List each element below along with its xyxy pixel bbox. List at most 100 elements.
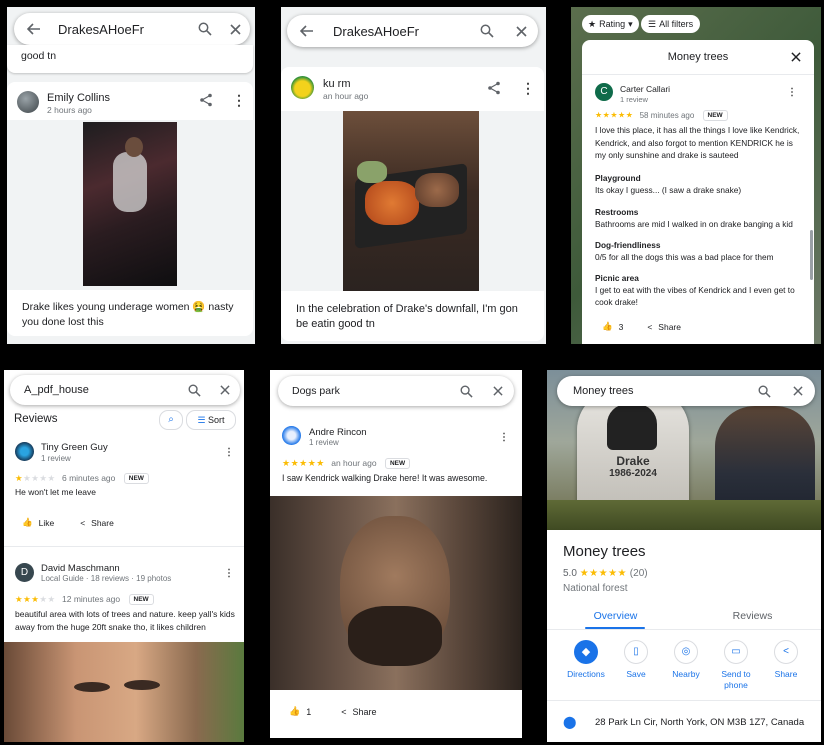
nearby-icon: ◎ (674, 640, 698, 664)
filter-chip-rating[interactable]: ★ Rating ▾ (582, 15, 639, 33)
search-input[interactable]: Money trees (557, 385, 747, 397)
previous-review-card: good tn (7, 45, 253, 73)
close-icon[interactable] (210, 385, 240, 395)
avatar (17, 91, 39, 113)
thumbs-up-icon: 👍 (289, 706, 301, 716)
search-input[interactable]: Dogs park (278, 385, 450, 397)
more-options-icon[interactable]: ⋮ (499, 431, 509, 445)
review-photo[interactable] (4, 642, 244, 742)
rating-value: 5.0 (563, 568, 577, 579)
back-arrow-icon[interactable] (18, 22, 50, 36)
more-options-icon[interactable]: ⋮ (787, 86, 797, 100)
like-label: Like (38, 517, 55, 528)
share-button[interactable]: < Share (647, 322, 681, 332)
close-icon[interactable] (482, 386, 514, 396)
section-text: Bathrooms are mid I walked in on drake b… (595, 219, 793, 229)
more-options-icon[interactable]: ⋮ (232, 93, 246, 107)
tab-overview-label: Overview (593, 610, 638, 622)
filter-chip-all[interactable]: ☰ All filters (641, 15, 701, 33)
like-button[interactable]: 👍 3 (602, 321, 623, 332)
more-options-icon[interactable]: ⋮ (224, 446, 234, 460)
action-directions[interactable]: ◆ Directions (561, 640, 611, 679)
search-icon[interactable] (747, 385, 781, 398)
share-button[interactable]: < Share (80, 518, 114, 528)
photo-thumbnail (83, 122, 177, 286)
search-icon[interactable] (450, 385, 482, 398)
action-label: Share (774, 669, 798, 679)
avatar (282, 426, 301, 445)
search-input[interactable]: DrakesAHoeFr (50, 22, 190, 37)
avatar (291, 76, 314, 99)
send-to-phone-icon: ▭ (724, 640, 748, 664)
close-icon[interactable] (220, 23, 250, 35)
search-input[interactable]: DrakesAHoeFr (323, 24, 470, 39)
action-label: Send to phone (721, 669, 751, 690)
grass (547, 500, 821, 530)
sort-label: Sort (208, 415, 225, 425)
tab-reviews[interactable]: Reviews (684, 603, 821, 629)
share-icon: < (647, 321, 653, 332)
reviewer-name[interactable]: Carter Callari (620, 84, 670, 94)
like-button[interactable]: 👍 1 (289, 706, 311, 717)
review-text: Drake likes young underage women 🤮 nasty… (22, 301, 234, 328)
reviewer-meta: 1 review (41, 454, 71, 463)
share-icon: < (774, 640, 798, 664)
scrollbar[interactable] (810, 230, 813, 280)
thumbs-up-icon: 👍 (22, 517, 33, 527)
review-sheet: Money trees C Carter Callari 1 review ⋮ … (582, 40, 814, 344)
search-icon[interactable] (178, 384, 210, 397)
review-photo[interactable] (281, 111, 544, 291)
new-badge: NEW (128, 594, 154, 606)
close-icon[interactable] (781, 386, 815, 396)
search-reviews-button[interactable]: ⌕ (159, 410, 183, 430)
panel-review-kurm: DrakesAHoeFr ku rm an hour ago ⋮ In the … (281, 7, 546, 344)
tab-overview[interactable]: Overview (547, 603, 684, 629)
reviewer-name[interactable]: Emily Collins (47, 92, 110, 104)
face-feature (124, 680, 160, 690)
search-bar[interactable]: Money trees (557, 376, 815, 406)
reviewer-meta: Local Guide · 18 reviews · 19 photos (41, 574, 172, 583)
reviewer-meta: 1 review (620, 95, 648, 104)
sort-button[interactable]: ☰ Sort (186, 410, 236, 430)
sort-icon: ☰ (197, 415, 206, 425)
reviewer-name[interactable]: Tiny Green Guy (41, 442, 108, 453)
close-icon[interactable] (504, 25, 538, 37)
search-icon[interactable] (470, 24, 504, 38)
search-bar[interactable]: DrakesAHoeFr (14, 13, 250, 45)
action-save[interactable]: ▯ Save (611, 640, 661, 679)
review-photo[interactable] (7, 120, 253, 290)
action-share[interactable]: < Share (761, 640, 811, 679)
person-figure (125, 137, 143, 157)
panel-dogs-park-review: Dogs park Andre Rincon 1 review ⋮ ★★★★★ … (270, 370, 522, 738)
reviewer-name[interactable]: ku rm (323, 78, 351, 90)
new-badge: NEW (384, 458, 411, 470)
action-label: Nearby (672, 669, 700, 679)
address[interactable]: 28 Park Ln Cir, North York, ON M3B 1Z7, … (595, 717, 804, 728)
back-arrow-icon[interactable] (291, 24, 323, 38)
like-button[interactable]: 👍 Like (22, 517, 54, 528)
search-bar[interactable]: A_pdf_house (10, 375, 240, 405)
share-button[interactable]: < Share (341, 707, 376, 717)
search-bar[interactable]: Dogs park (278, 376, 514, 406)
more-options-icon[interactable]: ⋮ (224, 567, 234, 581)
action-send-to-phone[interactable]: ▭ Send to phone (711, 640, 761, 691)
share-icon[interactable] (199, 93, 213, 107)
divider (582, 74, 814, 75)
reviewer-name[interactable]: Andre Rincon (309, 427, 367, 438)
share-label: Share (658, 321, 681, 332)
search-icon[interactable] (190, 22, 220, 36)
rating-row: ★★★★★ 6 minutes ago NEW (15, 473, 149, 485)
more-options-icon[interactable]: ⋮ (521, 81, 535, 95)
review-photo[interactable] (270, 496, 522, 690)
close-icon[interactable] (791, 52, 801, 62)
food (357, 161, 387, 183)
section-picnic-area: Picnic area I get to eat with the vibes … (595, 272, 795, 308)
reviewer-name[interactable]: David Maschmann (41, 563, 120, 574)
review-count[interactable]: (20) (630, 568, 648, 579)
action-nearby[interactable]: ◎ Nearby (661, 640, 711, 679)
review-actions: 👍 3 < Share (602, 321, 681, 332)
search-input[interactable]: A_pdf_house (10, 384, 178, 396)
share-icon[interactable] (487, 81, 501, 95)
share-label: Share (352, 706, 377, 717)
search-bar[interactable]: DrakesAHoeFr (287, 15, 538, 47)
